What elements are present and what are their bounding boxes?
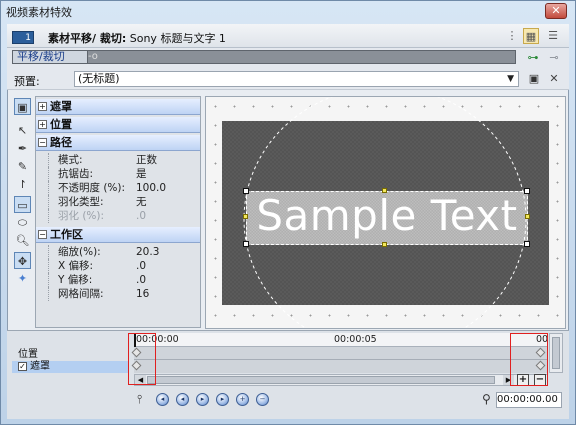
preset-value: (无标题) bbox=[78, 72, 120, 85]
mask-edge-handle[interactable] bbox=[525, 214, 530, 219]
timeline-vscroll[interactable] bbox=[549, 333, 563, 373]
collapse-icon[interactable]: − bbox=[38, 230, 47, 239]
vscroll-thumb[interactable] bbox=[552, 337, 560, 369]
chain-tab-pan-crop[interactable]: 平移/裁切 bbox=[13, 51, 88, 63]
tool-palette: ▣ ↖ ✒ ✎ ↾ ▭ ⬭ 🔍︎ ✥ ✦ bbox=[10, 96, 34, 330]
scroll-thumb[interactable] bbox=[147, 376, 495, 384]
prev-keyframe-icon[interactable]: ◂ bbox=[176, 393, 189, 406]
first-keyframe-icon[interactable]: ◂ bbox=[156, 393, 169, 406]
next-keyframe-icon[interactable]: ▸ bbox=[196, 393, 209, 406]
group-path-label: 路径 bbox=[50, 136, 72, 149]
move-tool-icon[interactable]: ✥ bbox=[14, 252, 31, 269]
grid-view-icon[interactable]: ▦ bbox=[523, 28, 539, 44]
mask-edge-handle[interactable] bbox=[382, 242, 387, 247]
group-position-label: 位置 bbox=[50, 118, 72, 131]
mask-handle[interactable] bbox=[243, 188, 249, 194]
close-button[interactable]: ✕ bbox=[545, 3, 567, 19]
plugin-chain-add-icon[interactable]: ⊶ bbox=[525, 50, 541, 66]
list-view-icon[interactable]: ☰ bbox=[545, 28, 561, 44]
collapse-icon[interactable]: − bbox=[38, 138, 47, 147]
group-mask-label: 遮罩 bbox=[50, 100, 72, 113]
prop-row[interactable]: 不透明度 (%): 100.0 bbox=[36, 181, 200, 195]
mask-edge-handle[interactable] bbox=[382, 188, 387, 193]
pen-tool-icon[interactable]: ✒ bbox=[14, 140, 31, 157]
prop-row[interactable]: 网格间隔: 16 bbox=[36, 287, 200, 301]
track-list: 位置 ✓ 遮罩 bbox=[12, 334, 129, 374]
track-mask[interactable]: ✓ 遮罩 bbox=[12, 361, 129, 373]
group-workspace[interactable]: − 工作区 bbox=[36, 227, 200, 243]
time-field[interactable]: 00:00:00.00 bbox=[496, 392, 562, 408]
more-options-icon[interactable]: ⋮ bbox=[504, 28, 520, 44]
prop-row[interactable]: 缩放(%): 20.3 bbox=[36, 245, 200, 259]
prop-row[interactable]: Y 偏移: .0 bbox=[36, 273, 200, 287]
plugin-remove-icon[interactable]: ⊸ bbox=[546, 50, 562, 66]
prop-row[interactable]: X 偏移: .0 bbox=[36, 259, 200, 273]
time-ruler[interactable]: 00:00:00 00:00:05 00 bbox=[134, 333, 548, 347]
ruler-mid: 00:00:05 bbox=[334, 334, 377, 345]
mask-handle[interactable] bbox=[524, 241, 530, 247]
preset-dropdown[interactable]: (无标题) ▼ bbox=[74, 71, 519, 87]
plugin-title-name: Sony 标题与文字 1 bbox=[129, 32, 226, 45]
prop-row: 羽化 (%): .0 bbox=[36, 209, 200, 223]
zoom-tool-icon[interactable]: 🔍︎ bbox=[14, 232, 31, 249]
chevron-down-icon: ▼ bbox=[507, 74, 514, 84]
mask-handle[interactable] bbox=[524, 188, 530, 194]
prop-row[interactable]: 模式: 正数 bbox=[36, 153, 200, 167]
prop-row[interactable]: 羽化类型: 无 bbox=[36, 195, 200, 209]
add-keyframe-icon[interactable]: + bbox=[236, 393, 249, 406]
mask-handle[interactable] bbox=[243, 241, 249, 247]
prop-row[interactable]: 抗锯齿: 是 bbox=[36, 167, 200, 181]
track-position[interactable]: 位置 bbox=[12, 349, 129, 361]
sync-cursor-icon[interactable]: ⫯ bbox=[137, 392, 142, 407]
title-bar[interactable] bbox=[1, 1, 573, 23]
track-separator bbox=[134, 359, 548, 360]
group-path[interactable]: − 路径 bbox=[36, 135, 200, 151]
expand-icon[interactable]: + bbox=[38, 120, 47, 129]
save-preset-icon[interactable]: ▣ bbox=[526, 71, 542, 87]
pen-add-tool-icon[interactable]: ✎ bbox=[14, 158, 31, 175]
group-workspace-label: 工作区 bbox=[50, 228, 83, 241]
ellipse-tool-icon[interactable]: ⬭ bbox=[14, 214, 31, 231]
plugin-title: 素材平移/ 裁切: Sony 标题与文字 1 bbox=[48, 30, 226, 46]
lock-icon[interactable]: ⚲ bbox=[482, 392, 491, 406]
window-title: 视频素材特效 bbox=[6, 6, 72, 19]
group-mask[interactable]: + 遮罩 bbox=[36, 99, 200, 115]
normal-edit-tool-icon[interactable]: ▣ bbox=[14, 98, 31, 115]
last-keyframe-icon[interactable]: ▸ bbox=[216, 393, 229, 406]
plugin-chain-icon[interactable]: 1 bbox=[12, 31, 34, 44]
group-position[interactable]: + 位置 bbox=[36, 117, 200, 133]
preset-label: 预置: bbox=[14, 75, 40, 88]
properties-panel: + 遮罩 + 位置 − 路径 模式: 正数 抗锯齿: 是 不透明度 (%): 100.… bbox=[35, 96, 201, 328]
plugin-title-bold: 素材平移/ 裁切: bbox=[48, 32, 127, 45]
timeline-scrollbar[interactable]: ◀ ▶ bbox=[134, 374, 548, 386]
track-mask-checkbox[interactable]: ✓ bbox=[18, 362, 27, 371]
chain-end-icon: -o bbox=[88, 51, 98, 62]
delete-keyframe-icon[interactable]: − bbox=[256, 393, 269, 406]
rectangle-tool-icon[interactable]: ▭ bbox=[14, 196, 31, 213]
highlight-box-end bbox=[510, 333, 548, 386]
delete-preset-icon[interactable]: ✕ bbox=[546, 71, 562, 87]
track-mask-label: 遮罩 bbox=[30, 361, 50, 372]
crop-circle-guide bbox=[243, 97, 527, 328]
split-tool-icon[interactable]: ↾ bbox=[14, 176, 31, 193]
preview-canvas[interactable]: Sample Text bbox=[205, 96, 566, 329]
expand-icon[interactable]: + bbox=[38, 102, 47, 111]
anchor-tool-icon[interactable]: ↖ bbox=[14, 122, 31, 139]
keyframe-track-area[interactable] bbox=[131, 347, 548, 373]
highlight-box-start bbox=[128, 333, 156, 385]
mask-edge-handle[interactable] bbox=[243, 214, 248, 219]
snap-tool-icon[interactable]: ✦ bbox=[14, 270, 31, 287]
